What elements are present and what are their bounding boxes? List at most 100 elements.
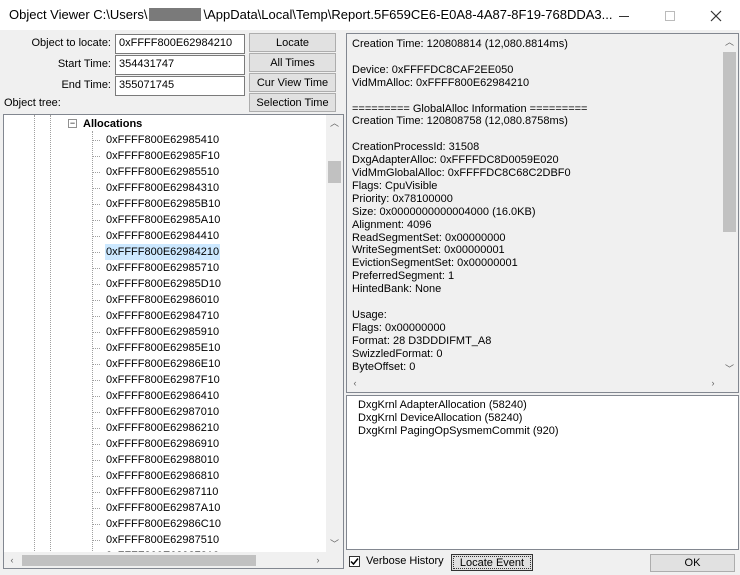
tree-item[interactable]: 0xFFFF800E62985F10 — [105, 148, 221, 164]
tree-scroll-thumb[interactable] — [328, 161, 341, 183]
detail-line: ByteOffset: 0 — [352, 360, 416, 373]
event-list[interactable]: DxgKrnl AdapterAllocation (58240) DxgKrnl… — [346, 395, 739, 550]
scroll-up-arrow-icon[interactable]: ︿ — [721, 34, 738, 50]
detail-line: SwizzledFormat: 0 — [352, 347, 443, 360]
scroll-right-arrow-icon[interactable]: › — [705, 375, 721, 392]
tree-branch-line — [93, 524, 100, 525]
object-tree[interactable]: − Allocations 0xFFFF800E62985410 0xFFFF80… — [3, 114, 344, 569]
details-pane[interactable]: Creation Time: 120808814 (12,080.8814ms)… — [346, 33, 739, 393]
tree-item[interactable]: 0xFFFF800E62986210 — [105, 420, 220, 436]
scroll-down-arrow-icon[interactable]: ﹀ — [721, 361, 738, 377]
locate-button[interactable]: Locate — [249, 33, 336, 52]
tree-item[interactable]: 0xFFFF800E62987A10 — [105, 500, 221, 516]
detail-line: PreferredSegment: 1 — [352, 270, 455, 283]
tree-hscroll-thumb[interactable] — [22, 555, 256, 566]
ok-button[interactable]: OK — [650, 554, 735, 572]
tree-horizontal-scrollbar[interactable]: ‹ › — [4, 552, 326, 568]
event-item[interactable]: DxgKrnl AdapterAllocation (58240) — [358, 399, 527, 412]
window-title: Object Viewer C:\Users\ \AppData\Local\Te… — [9, 7, 612, 22]
tree-item[interactable]: 0xFFFF800E62987510 — [105, 532, 220, 548]
checkmark-icon — [350, 558, 359, 566]
all-times-button[interactable]: All Times — [249, 53, 336, 72]
details-vertical-scrollbar[interactable]: ︿ ﹀ — [721, 34, 738, 392]
tree-item[interactable]: 0xFFFF800E62986810 — [105, 468, 220, 484]
tree-item[interactable]: 0xFFFF800E62985510 — [105, 164, 220, 180]
scroll-left-arrow-icon[interactable]: ‹ — [347, 375, 363, 392]
tree-branch-line — [93, 268, 100, 269]
tree-item[interactable]: 0xFFFF800E62985710 — [105, 260, 220, 276]
locate-event-button[interactable]: Locate Event — [451, 554, 533, 571]
minimize-button[interactable] — [601, 0, 647, 31]
detail-line: EvictionSegmentSet: 0x00000001 — [352, 257, 518, 270]
detail-line: Size: 0x0000000000004000 (16.0KB) — [352, 205, 536, 218]
tree-item[interactable]: 0xFFFF800E62984210 — [105, 244, 221, 260]
scroll-right-arrow-icon[interactable]: › — [310, 552, 326, 568]
scroll-down-arrow-icon[interactable]: ﹀ — [326, 536, 343, 552]
tree-branch-line — [93, 252, 100, 253]
end-time-input[interactable]: 355071745 — [115, 76, 245, 96]
detail-line: Creation Time: 120808814 (12,080.8814ms) — [352, 38, 568, 50]
tree-item[interactable]: 0xFFFF800E62987010 — [105, 404, 220, 420]
detail-line: Flags: 0x00000000 — [352, 321, 446, 334]
tree-branch-line — [93, 300, 100, 301]
tree-item[interactable]: 0xFFFF800E62985A10 — [105, 212, 221, 228]
tree-vertical-scrollbar[interactable]: ︿ ﹀ — [326, 115, 343, 552]
tree-item[interactable]: 0xFFFF800E62986C10 — [105, 516, 222, 532]
tree-item[interactable]: 0xFFFF800E62988010 — [105, 452, 220, 468]
tree-guide-line — [34, 115, 35, 555]
tree-item[interactable]: 0xFFFF800E62984710 — [105, 308, 220, 324]
event-item[interactable]: DxgKrnl PagingOpSysmemCommit (920) — [358, 425, 559, 438]
tree-item[interactable]: 0xFFFF800E62985410 — [105, 132, 220, 148]
close-button[interactable] — [693, 0, 739, 31]
tree-item[interactable]: 0xFFFF800E62985D10 — [105, 276, 222, 292]
tree-branch-line — [93, 220, 100, 221]
minimize-icon — [619, 15, 629, 17]
maximize-icon — [665, 10, 675, 21]
tree-item[interactable]: 0xFFFF800E62986010 — [105, 292, 220, 308]
collapse-toggle-icon[interactable]: − — [68, 119, 77, 128]
tree-item[interactable]: 0xFFFF800E62985B10 — [105, 196, 221, 212]
verbose-history-label[interactable]: Verbose History — [366, 555, 444, 567]
details-scroll-thumb[interactable] — [723, 52, 736, 232]
tree-item[interactable]: 0xFFFF800E62985E10 — [105, 340, 221, 356]
maximize-button[interactable] — [647, 0, 693, 31]
selection-time-button[interactable]: Selection Time — [249, 93, 336, 112]
detail-line: ReadSegmentSet: 0x00000000 — [352, 231, 506, 244]
tree-item[interactable]: 0xFFFF800E62986910 — [105, 436, 220, 452]
detail-line: WriteSegmentSet: 0x00000001 — [352, 244, 505, 257]
tree-item[interactable]: 0xFFFF800E62984310 — [105, 180, 220, 196]
detail-line: Usage: — [352, 308, 387, 321]
tree-item[interactable]: 0xFFFF800E62984410 — [105, 228, 220, 244]
tree-branch-line — [93, 140, 100, 141]
object-to-locate-input[interactable]: 0xFFFF800E62984210 — [115, 34, 245, 54]
tree-branch-line — [93, 380, 100, 381]
detail-line: HintedBank: None — [352, 283, 442, 296]
scroll-corner — [326, 552, 343, 568]
cur-view-time-button[interactable]: Cur View Time — [249, 73, 336, 92]
scroll-left-arrow-icon[interactable]: ‹ — [4, 552, 20, 568]
tree-item[interactable]: 0xFFFF800E62985910 — [105, 324, 220, 340]
start-time-input[interactable]: 354431747 — [115, 55, 245, 75]
detail-line: Alignment: 4096 — [352, 218, 432, 231]
end-time-label: End Time: — [61, 79, 111, 91]
tree-item[interactable]: 0xFFFF800E62987F10 — [105, 372, 221, 388]
tree-branch-line — [93, 172, 100, 173]
tree-branch-line — [93, 156, 100, 157]
tree-branch-line — [93, 492, 100, 493]
tree-item[interactable]: 0xFFFF800E62986E10 — [105, 356, 221, 372]
detail-line: Creation Time: 120808758 (12,080.8758ms) — [352, 115, 568, 128]
tree-branch-line — [93, 476, 100, 477]
event-item[interactable]: DxgKrnl DeviceAllocation (58240) — [358, 412, 522, 425]
tree-branch-line — [93, 540, 100, 541]
tree-branch-line — [93, 348, 100, 349]
detail-line: CreationProcessId: 31508 — [352, 141, 480, 154]
tree-item[interactable]: 0xFFFF800E62987110 — [105, 484, 219, 500]
tree-node-allocations[interactable]: Allocations — [83, 116, 142, 132]
details-horizontal-scrollbar[interactable]: ‹ › — [347, 375, 721, 392]
close-icon — [710, 10, 722, 21]
scroll-up-arrow-icon[interactable]: ︿ — [326, 115, 343, 131]
window-title-prefix: Object Viewer C:\Users\ — [9, 7, 148, 22]
detail-line: VidMmAlloc: 0xFFFF800E62984210 — [352, 76, 530, 89]
tree-item[interactable]: 0xFFFF800E62986410 — [105, 388, 220, 404]
verbose-history-checkbox[interactable] — [349, 556, 360, 567]
